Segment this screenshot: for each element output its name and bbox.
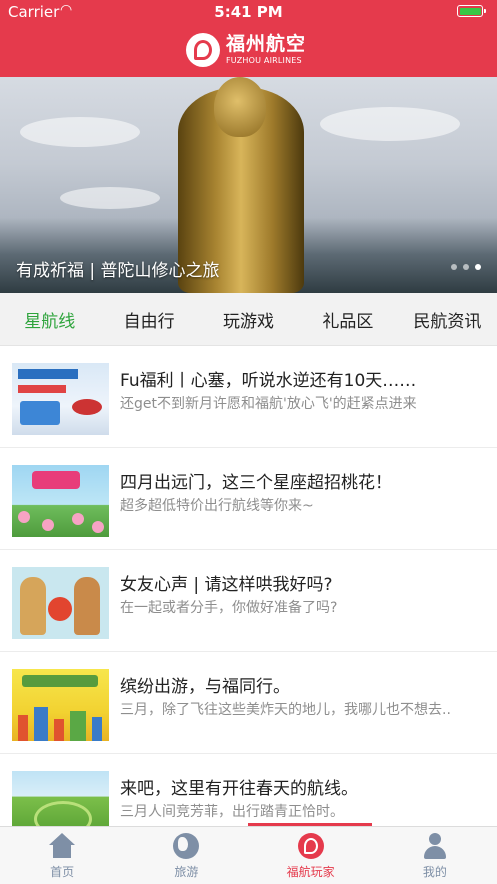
article-description: 三月，除了飞往这些美炸天的地儿，我哪儿也不想去..	[120, 702, 451, 718]
category-tabs: 星航线 自由行 玩游戏 礼品区 民航资讯	[0, 293, 497, 346]
tabbar-label: 福航玩家	[286, 865, 335, 879]
tab-games[interactable]: 玩游戏	[199, 293, 298, 345]
article-title: 来吧，这里有开往春天的航线。	[120, 779, 358, 799]
article-thumbnail	[12, 669, 109, 741]
list-item[interactable]: 女友心声 | 请这样哄我好吗? 在一起或者分手，你做好准备了吗?	[0, 550, 497, 652]
carousel-page-indicator[interactable]	[451, 264, 481, 270]
article-description: 还get不到新月许愿和福航'放心飞'的赶紧点进来	[120, 396, 417, 412]
article-title: 四月出远门，这三个星座超招桃花！	[120, 473, 392, 493]
banner-carousel[interactable]: 有成祈福 | 普陀山修心之旅	[0, 77, 497, 293]
bottom-tab-bar: 首页 旅游 福航玩家 我的	[0, 826, 497, 884]
status-time: 5:41 PM	[214, 3, 283, 21]
battery-icon	[457, 5, 486, 17]
tabbar-item-travel[interactable]: 旅游	[124, 827, 248, 884]
article-thumbnail	[12, 363, 109, 435]
carousel-dot[interactable]	[463, 264, 469, 270]
brand-name-en: FUZHOU AIRLINES	[226, 56, 302, 65]
tabbar-item-home[interactable]: 首页	[0, 827, 124, 884]
statue-head	[214, 77, 266, 137]
brand-name-cn: 福州航空	[226, 33, 307, 55]
tab-free-travel[interactable]: 自由行	[99, 293, 198, 345]
banner-cloud	[320, 107, 460, 141]
fuzhou-airlines-icon	[297, 833, 324, 859]
article-thumbnail	[12, 567, 109, 639]
banner-caption: 有成祈福 | 普陀山修心之旅	[16, 261, 220, 281]
banner-cloud	[20, 117, 140, 147]
tabbar-item-player[interactable]: 福航玩家	[249, 827, 373, 884]
list-item[interactable]: 缤纷出游，与福同行。 三月，除了飞往这些美炸天的地儿，我哪儿也不想去..	[0, 652, 497, 754]
tab-star-routes[interactable]: 星航线	[0, 293, 99, 345]
tab-aviation-news[interactable]: 民航资讯	[398, 293, 497, 345]
fuzhou-airlines-logo-icon	[186, 33, 220, 67]
tabbar-label: 旅游	[174, 865, 199, 879]
tabbar-label: 我的	[422, 865, 447, 879]
app-header: Carrier ◠ 5:41 PM 福州航空 FUZHOU AIRLINES	[0, 0, 497, 77]
article-description: 超多超低特价出行航线等你来~	[120, 498, 314, 514]
list-item[interactable]: Fu福利丨心塞，听说水逆还有10天…… 还get不到新月许愿和福航'放心飞'的赶…	[0, 346, 497, 448]
person-icon	[421, 833, 449, 859]
article-title: 缤纷出游，与福同行。	[120, 677, 290, 697]
status-bar: Carrier ◠ 5:41 PM	[0, 0, 497, 24]
article-thumbnail	[12, 465, 109, 537]
banner-cloud	[60, 187, 160, 209]
tab-gifts[interactable]: 礼品区	[298, 293, 397, 345]
globe-icon	[173, 833, 200, 859]
home-icon	[48, 833, 76, 859]
article-description: 在一起或者分手，你做好准备了吗?	[120, 600, 338, 616]
article-title: Fu福利丨心塞，听说水逆还有10天……	[120, 371, 417, 391]
brand-logo: 福州航空 FUZHOU AIRLINES	[186, 32, 306, 68]
article-list: Fu福利丨心塞，听说水逆还有10天…… 还get不到新月许愿和福航'放心飞'的赶…	[0, 346, 497, 856]
tabbar-item-mine[interactable]: 我的	[373, 827, 497, 884]
article-description: 三月人间竞芳菲，出行踏青正恰时。	[120, 804, 344, 820]
carousel-dot-active[interactable]	[475, 264, 481, 270]
article-title: 女友心声 | 请这样哄我好吗?	[120, 575, 333, 595]
tabbar-label: 首页	[50, 865, 75, 879]
carousel-dot[interactable]	[451, 264, 457, 270]
list-item[interactable]: 四月出远门，这三个星座超招桃花！ 超多超低特价出行航线等你来~	[0, 448, 497, 550]
